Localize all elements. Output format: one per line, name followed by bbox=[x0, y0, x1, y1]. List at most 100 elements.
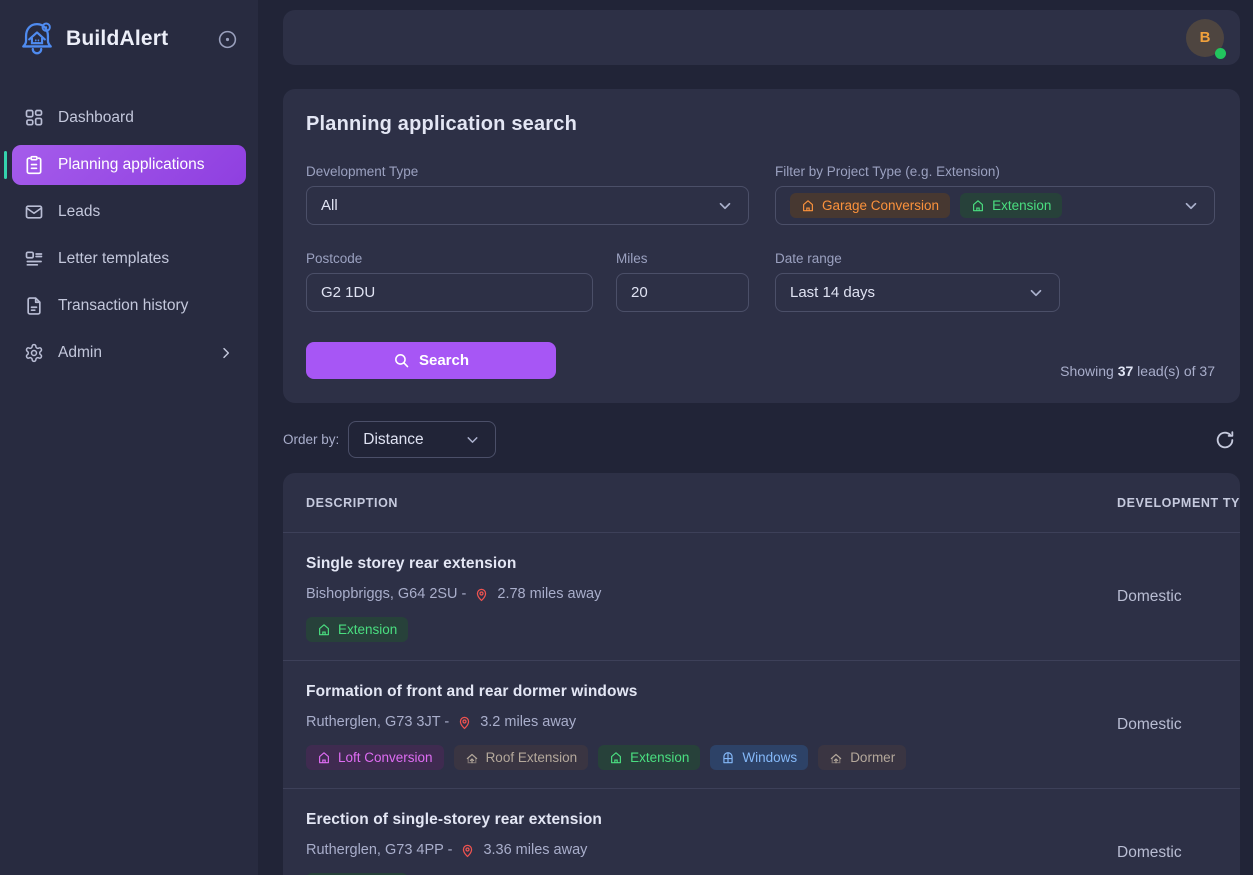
development-type-cell: Domestic bbox=[1117, 716, 1182, 734]
sidebar: BuildAlert Dashboard Planning applicatio… bbox=[0, 0, 258, 875]
postcode-label: Postcode bbox=[306, 251, 593, 266]
order-by-select[interactable]: Distance bbox=[348, 421, 496, 458]
search-icon bbox=[393, 352, 410, 369]
topbar: B bbox=[283, 10, 1240, 65]
column-development-type: DEVELOPMENT TYPE bbox=[1117, 496, 1240, 510]
development-type-cell: Domestic bbox=[1117, 844, 1182, 862]
lead-title: Single storey rear extension bbox=[306, 555, 1217, 573]
chevron-down-icon bbox=[1027, 284, 1045, 302]
sidebar-item-label: Leads bbox=[58, 203, 100, 221]
sidebar-item-planning-applications[interactable]: Planning applications bbox=[12, 145, 246, 185]
project-type-tag: Extension bbox=[306, 617, 408, 642]
gear-icon bbox=[24, 343, 44, 363]
filter-tag[interactable]: Extension bbox=[960, 193, 1062, 218]
bell-house-icon bbox=[16, 18, 58, 60]
envelope-icon bbox=[24, 202, 44, 222]
home-icon bbox=[801, 199, 815, 213]
home-icon bbox=[317, 623, 331, 637]
sidebar-item-label: Dashboard bbox=[58, 109, 134, 127]
home-icon bbox=[971, 199, 985, 213]
avatar[interactable]: B bbox=[1186, 19, 1224, 57]
sidebar-item-label: Planning applications bbox=[58, 156, 205, 174]
search-button[interactable]: Search bbox=[306, 342, 556, 379]
sidebar-item-label: Letter templates bbox=[58, 250, 169, 268]
chevron-down-icon bbox=[1182, 197, 1200, 215]
development-type-value: All bbox=[321, 197, 338, 214]
miles-label: Miles bbox=[616, 251, 749, 266]
lead-location: Rutherglen, G73 3JT - 3.2 miles away bbox=[306, 714, 1217, 730]
map-pin-icon bbox=[460, 843, 475, 858]
development-type-cell: Domestic bbox=[1117, 588, 1182, 606]
sidebar-item-leads[interactable]: Leads bbox=[12, 192, 246, 232]
project-type-tag: Loft Conversion bbox=[306, 745, 444, 770]
sidebar-item-label: Transaction history bbox=[58, 297, 188, 315]
chevron-down-icon bbox=[464, 431, 481, 448]
project-type-filter-field: Filter by Project Type (e.g. Extension) … bbox=[775, 164, 1215, 225]
project-type-tag: Dormer bbox=[818, 745, 906, 770]
lead-title: Formation of front and rear dormer windo… bbox=[306, 683, 1217, 701]
filter-tag[interactable]: Garage Conversion bbox=[790, 193, 950, 218]
date-range-select[interactable]: Last 14 days bbox=[775, 273, 1060, 312]
sidebar-item-label: Admin bbox=[58, 344, 102, 362]
sidebar-item-dashboard[interactable]: Dashboard bbox=[12, 98, 246, 138]
project-type-multiselect[interactable]: Garage Conversion Extension bbox=[775, 186, 1215, 225]
online-status-dot bbox=[1215, 48, 1226, 59]
brand-name: BuildAlert bbox=[66, 27, 209, 51]
project-type-filter-label: Filter by Project Type (e.g. Extension) bbox=[775, 164, 1215, 179]
results-count: 37 bbox=[1118, 363, 1134, 379]
map-pin-icon bbox=[474, 587, 489, 602]
miles-input[interactable] bbox=[616, 273, 749, 312]
planning-search-panel: Planning application search Development … bbox=[283, 89, 1240, 403]
results-summary: Showing 37 lead(s) of 37 bbox=[1060, 363, 1215, 379]
sidebar-item-letter-templates[interactable]: Letter templates bbox=[12, 239, 246, 279]
column-description: DESCRIPTION bbox=[306, 496, 398, 510]
layout-list-icon bbox=[24, 249, 44, 269]
circle-dot-icon[interactable] bbox=[217, 29, 238, 50]
lead-distance: 3.2 miles away bbox=[480, 714, 576, 730]
date-range-field: Date range Last 14 days bbox=[775, 251, 1215, 312]
search-button-label: Search bbox=[419, 352, 469, 369]
main-content: B Planning application search Developmen… bbox=[258, 0, 1253, 875]
date-range-label: Date range bbox=[775, 251, 1215, 266]
filter-tag-label: Garage Conversion bbox=[822, 198, 939, 213]
postcode-input[interactable] bbox=[306, 273, 593, 312]
file-text-icon bbox=[24, 296, 44, 316]
order-by-value: Distance bbox=[363, 431, 423, 449]
home-icon bbox=[609, 751, 623, 765]
development-type-field: Development Type All bbox=[306, 164, 749, 225]
sidebar-item-admin[interactable]: Admin bbox=[12, 333, 246, 373]
home-icon bbox=[317, 751, 331, 765]
chevron-right-icon bbox=[218, 345, 234, 361]
miles-field: Miles bbox=[616, 251, 749, 312]
filter-tag-label: Extension bbox=[992, 198, 1051, 213]
lead-distance: 2.78 miles away bbox=[497, 586, 601, 602]
clipboard-icon bbox=[24, 155, 44, 175]
sidebar-item-transaction-history[interactable]: Transaction history bbox=[12, 286, 246, 326]
postcode-miles-row: Postcode Miles bbox=[306, 251, 749, 312]
lead-title: Erection of single-storey rear extension bbox=[306, 811, 1217, 829]
chevron-down-icon bbox=[716, 197, 734, 215]
lead-location: Rutherglen, G73 4PP - 3.36 miles away bbox=[306, 842, 1217, 858]
lead-distance: 3.36 miles away bbox=[483, 842, 587, 858]
table-header: DESCRIPTION DEVELOPMENT TYPE bbox=[283, 473, 1240, 533]
map-pin-icon bbox=[457, 715, 472, 730]
table-row[interactable]: Formation of front and rear dormer windo… bbox=[283, 661, 1240, 789]
window-icon bbox=[721, 751, 735, 765]
lead-location: Bishopbriggs, G64 2SU - 2.78 miles away bbox=[306, 586, 1217, 602]
sidebar-nav: Dashboard Planning applications Leads Le… bbox=[12, 98, 246, 373]
date-range-value: Last 14 days bbox=[790, 284, 875, 301]
project-type-tag: Windows bbox=[710, 745, 808, 770]
refresh-icon[interactable] bbox=[1210, 425, 1240, 455]
postcode-field: Postcode bbox=[306, 251, 593, 312]
roof-arrow-icon bbox=[829, 751, 843, 765]
order-by-label: Order by: bbox=[283, 432, 339, 447]
table-row[interactable]: Erection of single-storey rear extension… bbox=[283, 789, 1240, 875]
development-type-select[interactable]: All bbox=[306, 186, 749, 225]
dashboard-grid-icon bbox=[24, 108, 44, 128]
avatar-initial: B bbox=[1200, 29, 1211, 46]
roof-arrow-icon bbox=[465, 751, 479, 765]
table-row[interactable]: Single storey rear extension Bishopbrigg… bbox=[283, 533, 1240, 661]
list-controls: Order by: Distance bbox=[283, 421, 1240, 458]
development-type-label: Development Type bbox=[306, 164, 749, 179]
project-type-tag: Roof Extension bbox=[454, 745, 589, 770]
